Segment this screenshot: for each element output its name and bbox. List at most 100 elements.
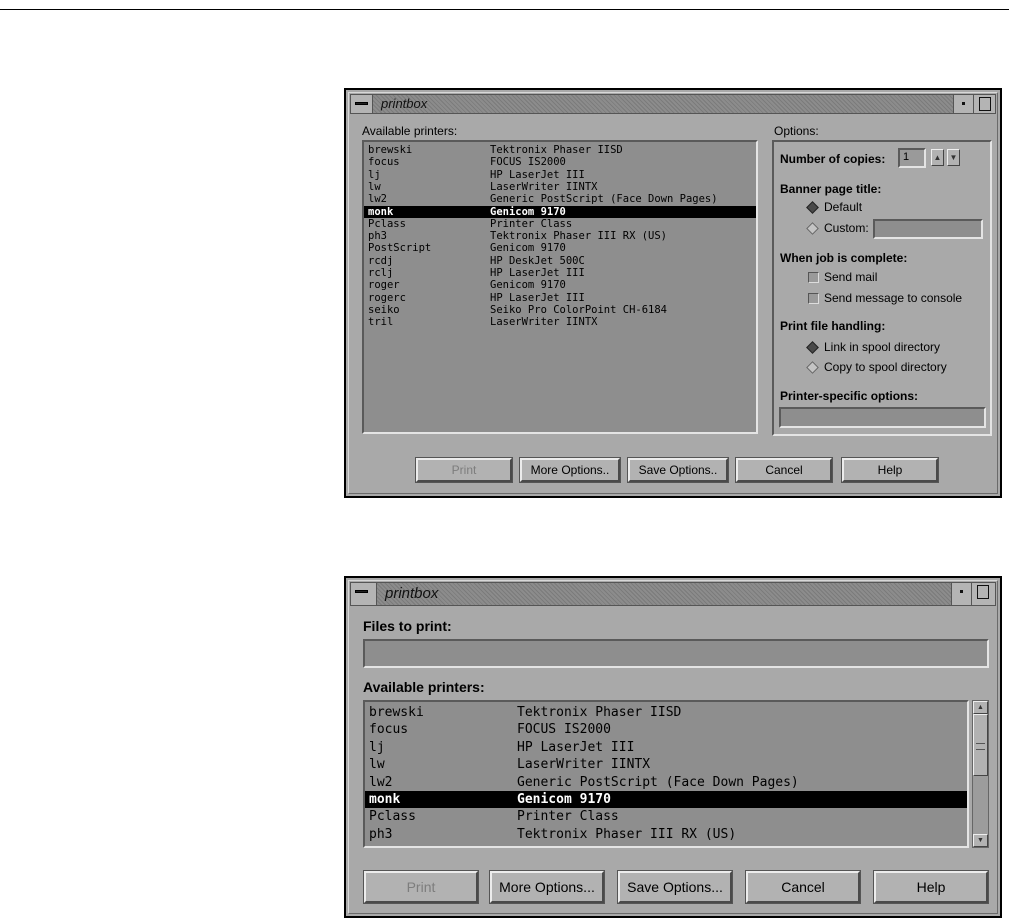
printer-description: Generic PostScript (Face Down Pages) bbox=[517, 774, 799, 790]
printer-row[interactable]: focus FOCUS IS2000 bbox=[364, 156, 756, 168]
printer-row[interactable]: lw LaserWriter IINTX bbox=[365, 756, 967, 773]
printer-row[interactable]: lw2 Generic PostScript (Face Down Pages) bbox=[364, 193, 756, 205]
printer-row[interactable]: ph3 Tektronix Phaser III RX (US) bbox=[364, 230, 756, 242]
printer-row[interactable]: tril LaserWriter IINTX bbox=[364, 316, 756, 328]
save-options-button[interactable]: Save Options... bbox=[617, 870, 733, 904]
printer-description: FOCUS IS2000 bbox=[517, 722, 611, 738]
scroll-down-icon[interactable]: ▼ bbox=[973, 834, 988, 847]
file-handling-label: Print file handling: bbox=[780, 319, 886, 333]
banner-default-label: Default bbox=[824, 200, 863, 214]
scroll-up-icon[interactable]: ▲ bbox=[973, 701, 988, 714]
printer-row[interactable]: lj HP LaserJet III bbox=[364, 169, 756, 181]
printbox-window-files: printbox Files to print: Available print… bbox=[344, 576, 1002, 918]
printer-name: lj bbox=[369, 739, 385, 755]
printer-name: lw2 bbox=[369, 774, 393, 790]
printer-name: brewski bbox=[369, 705, 424, 720]
printer-row[interactable]: ph3 Tektronix Phaser III RX (US) bbox=[365, 826, 967, 843]
printer-description: Tektronix Phaser III RX (US) bbox=[517, 826, 737, 842]
printer-row[interactable]: roger Genicom 9170 bbox=[364, 279, 756, 291]
printer-row[interactable]: PostScript Genicom 9170 bbox=[364, 242, 756, 254]
maximize-icon[interactable] bbox=[973, 95, 995, 113]
printer-description: Tektronix Phaser III RX (US) bbox=[490, 230, 668, 243]
maximize-icon[interactable] bbox=[971, 583, 995, 605]
cancel-button[interactable]: Cancel bbox=[745, 870, 861, 904]
title-bar[interactable]: printbox bbox=[350, 94, 996, 114]
window-title: printbox bbox=[385, 585, 439, 602]
printer-name: lw bbox=[368, 180, 381, 193]
print-button[interactable]: Print bbox=[363, 870, 479, 904]
copy-spool-label: Copy to spool directory bbox=[824, 360, 947, 374]
options-label: Options: bbox=[774, 124, 819, 138]
minimize-icon[interactable] bbox=[951, 583, 971, 605]
printer-row[interactable]: rclj HP LaserJet III bbox=[364, 267, 756, 279]
job-complete-label: When job is complete: bbox=[780, 251, 908, 265]
copies-down-icon[interactable]: ▼ bbox=[947, 149, 960, 166]
printer-row[interactable]: rogerc HP LaserJet III bbox=[364, 292, 756, 304]
more-options-button[interactable]: More Options... bbox=[489, 870, 605, 904]
page-rule bbox=[0, 9, 1009, 10]
printer-row[interactable]: monk Genicom 9170 bbox=[365, 791, 967, 809]
save-options-button[interactable]: Save Options.. bbox=[627, 457, 729, 483]
printer-row[interactable]: lw2 Generic PostScript (Face Down Pages) bbox=[365, 774, 967, 791]
title-bar[interactable]: printbox bbox=[350, 582, 996, 606]
printer-row[interactable]: rcdj HP DeskJet 500C bbox=[364, 255, 756, 267]
printer-description: Printer Class bbox=[490, 217, 573, 230]
printer-name: focus bbox=[368, 156, 400, 169]
printer-description: Genicom 9170 bbox=[490, 205, 566, 218]
printer-list[interactable]: brewski Tektronix Phaser IISD focus FOCUS I… bbox=[363, 700, 969, 848]
help-button[interactable]: Help bbox=[873, 870, 989, 904]
print-button[interactable]: Print bbox=[415, 457, 513, 483]
printer-name: lj bbox=[368, 168, 381, 181]
minimize-icon[interactable] bbox=[953, 95, 973, 113]
more-options-button[interactable]: More Options.. bbox=[519, 457, 621, 483]
window-menu-icon[interactable] bbox=[351, 95, 373, 113]
printer-name: lw bbox=[369, 757, 385, 773]
printer-row[interactable]: focus FOCUS IS2000 bbox=[365, 721, 967, 738]
printer-name: rcdj bbox=[368, 254, 394, 267]
printer-row[interactable]: Pclass Printer Class bbox=[364, 218, 756, 230]
files-to-print-input[interactable] bbox=[363, 639, 989, 668]
printer-description: Genicom 9170 bbox=[517, 792, 611, 807]
copies-input[interactable]: 1 bbox=[898, 148, 926, 168]
printer-row[interactable]: lw LaserWriter IINTX bbox=[364, 181, 756, 193]
printer-list-scrollbar[interactable]: ▲ ▼ bbox=[972, 700, 989, 848]
printer-specific-input[interactable] bbox=[779, 407, 986, 428]
printer-description: LaserWriter IINTX bbox=[490, 180, 598, 193]
printer-description: LaserWriter IINTX bbox=[517, 757, 651, 773]
printer-name: monk bbox=[368, 205, 394, 218]
printer-row[interactable]: monk Genicom 9170 bbox=[364, 205, 756, 218]
printer-row[interactable]: brewski Tektronix Phaser IISD bbox=[364, 144, 756, 156]
printer-name: ph3 bbox=[369, 826, 393, 842]
available-printers-label: Available printers: bbox=[362, 124, 458, 138]
cancel-button[interactable]: Cancel bbox=[735, 457, 833, 483]
window-title: printbox bbox=[381, 96, 428, 111]
available-printers-label: Available printers: bbox=[363, 679, 485, 695]
printer-name: monk bbox=[369, 792, 401, 807]
printer-row[interactable]: brewski Tektronix Phaser IISD bbox=[365, 704, 967, 721]
printer-row[interactable]: Pclass Printer Class bbox=[365, 808, 967, 825]
help-button[interactable]: Help bbox=[841, 457, 939, 483]
send-mail-checkbox[interactable] bbox=[808, 272, 819, 283]
printer-description: Tektronix Phaser IISD bbox=[490, 144, 623, 156]
printer-description: HP DeskJet 500C bbox=[490, 254, 585, 267]
printer-description: Tektronix Phaser IISD bbox=[517, 705, 682, 720]
scroll-thumb[interactable] bbox=[973, 714, 988, 776]
files-to-print-label: Files to print: bbox=[363, 618, 452, 634]
printer-list[interactable]: brewski Tektronix Phaser IISD focus FOCUS I… bbox=[362, 140, 758, 434]
printer-description: Genicom 9170 bbox=[490, 242, 566, 255]
printer-description: HP LaserJet III bbox=[490, 267, 585, 279]
copies-label: Number of copies: bbox=[780, 152, 886, 166]
printer-description: LaserWriter IINTX bbox=[490, 316, 598, 329]
send-console-checkbox[interactable] bbox=[808, 293, 819, 304]
printer-name: brewski bbox=[368, 144, 413, 156]
printer-name: Pclass bbox=[368, 217, 406, 230]
copies-up-icon[interactable]: ▲ bbox=[931, 149, 944, 166]
window-menu-icon[interactable] bbox=[351, 583, 377, 605]
printer-name: seiko bbox=[368, 303, 400, 316]
send-mail-label: Send mail bbox=[824, 270, 878, 284]
printbox-window-options: printbox Available printers: brewski Tekt… bbox=[344, 88, 1002, 498]
printer-description: Seiko Pro ColorPoint CH-6184 bbox=[490, 303, 668, 316]
banner-custom-input[interactable] bbox=[873, 219, 983, 239]
printer-row[interactable]: lj HP LaserJet III bbox=[365, 739, 967, 756]
printer-row[interactable]: seiko Seiko Pro ColorPoint CH-6184 bbox=[364, 304, 756, 316]
